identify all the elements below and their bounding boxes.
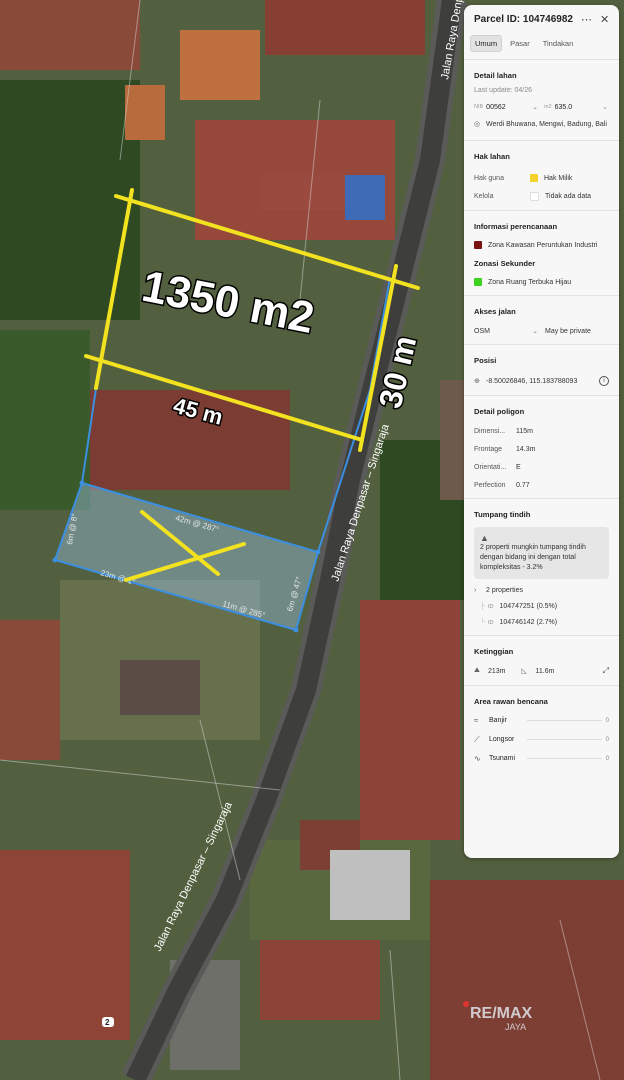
- zone-industri-swatch: [474, 241, 482, 249]
- zone-hijau-swatch: [474, 278, 482, 286]
- poligon-label: Frontage: [474, 446, 503, 453]
- area-select[interactable]: m2 635.0 ⌄: [544, 103, 608, 112]
- nib-value: 00562: [486, 103, 506, 111]
- hazard-name: Tsunami: [489, 755, 516, 762]
- chevron-down-icon: ⌄: [602, 104, 608, 111]
- detail-heading: Detail lahan: [474, 71, 517, 80]
- posisi-section: Posisi ⊕ -8.50026846, 115.183788093 i: [464, 356, 619, 386]
- overlap-note: ▲ 2 properti mungkin tumpang tindih deng…: [474, 527, 609, 579]
- hazard-row-banjir: ≈ Banjir 0: [474, 714, 609, 727]
- elevation-icon: ⛰: [474, 667, 480, 674]
- hazard-value: 0: [605, 736, 609, 743]
- detail-lahan-section: Detail lahan Last update: 04/26 NIB 0056…: [464, 71, 619, 130]
- watermark-sub: JAYA: [505, 1022, 526, 1032]
- poligon-section: Detail poligon Dimensi... 115m Frontage 14…: [464, 407, 619, 489]
- ketinggian-section: Ketinggian ⛰ 213m ◺ 11.6m ⤢: [464, 647, 619, 676]
- kelola-swatch: [530, 192, 539, 201]
- info-icon[interactable]: i: [599, 376, 609, 386]
- expand-icon[interactable]: ⤢: [603, 666, 609, 676]
- secondary-zone-heading: Zonasi Sekunder: [474, 259, 536, 268]
- route-shield: 2: [102, 1017, 114, 1027]
- poligon-heading: Detail poligon: [474, 407, 525, 416]
- hazard-value: 0: [605, 755, 609, 762]
- close-icon[interactable]: ✕: [600, 13, 609, 26]
- hazard-name: Longsor: [489, 736, 515, 743]
- id-prefix: ID: [488, 603, 494, 610]
- nib-prefix: NIB: [474, 104, 484, 110]
- akses-source: OSM: [474, 327, 490, 335]
- panel-header: Parcel ID: 104746982 ⋯ ✕: [464, 5, 619, 33]
- akses-heading: Akses jalan: [474, 307, 516, 316]
- overlap-item[interactable]: 104746142 (2.7%): [500, 619, 558, 626]
- warning-icon: ▲: [480, 533, 489, 543]
- panel-tabs: Umum Pasar Tindakan: [464, 33, 619, 53]
- tab-pasar[interactable]: Pasar: [505, 35, 535, 52]
- akses-section: Akses jalan OSM ⌄ May be private: [464, 307, 619, 335]
- parcel-panel: Parcel ID: 104746982 ⋯ ✕ Umum Pasar Tind…: [464, 5, 619, 858]
- hazard-name: Banjir: [489, 717, 507, 724]
- id-prefix: ID: [488, 619, 494, 626]
- kelola-value: Tidak ada data: [545, 193, 592, 200]
- route-number: 2: [105, 1018, 110, 1027]
- tsunami-icon: ∿: [474, 754, 481, 763]
- tumpang-heading: Tumpang tindih: [474, 510, 531, 519]
- planning-section: Informasi perencanaan Zona Kawasan Perun…: [464, 222, 619, 286]
- poligon-label: Dimensi...: [474, 428, 506, 435]
- kelola-label: Kelola: [474, 193, 494, 200]
- elevation-value: 213m: [488, 667, 506, 675]
- bencana-section: Area rawan bencana ≈ Banjir 0 ⟋ Longsor …: [464, 697, 619, 765]
- akses-value: May be private: [545, 327, 591, 335]
- poligon-label: Orientati...: [474, 464, 507, 471]
- overlap-text: 2 properti mungkin tumpang tindih dengan…: [480, 544, 586, 571]
- chevron-down-icon: ⌄: [532, 104, 538, 111]
- tab-tindakan[interactable]: Tindakan: [538, 35, 579, 52]
- hazard-row-tsunami: ∿ Tsunami 0: [474, 752, 609, 765]
- chevron-down-icon: ⌄: [532, 328, 538, 335]
- hak-guna-value: Hak Milik: [544, 174, 573, 182]
- ketinggian-heading: Ketinggian: [474, 647, 514, 656]
- hak-guna-label: Hak guna: [474, 174, 504, 182]
- hazard-row-longsor: ⟋ Longsor 0: [474, 733, 609, 746]
- crosshair-icon: ⊕: [474, 378, 480, 385]
- address: Werdi Bhuwana, Mengwi, Badung, Bali: [486, 121, 607, 128]
- hazard-value: 0: [605, 717, 609, 724]
- poligon-value: E: [516, 464, 521, 471]
- bencana-heading: Area rawan bencana: [474, 697, 548, 706]
- poligon-value: 0.77: [516, 482, 530, 489]
- tumpang-section: Tumpang tindih ▲ 2 properti mungkin tump…: [464, 510, 619, 626]
- hak-milik-swatch: [530, 174, 538, 182]
- nib-select[interactable]: NIB 00562 ⌄: [474, 103, 538, 112]
- secondary-zone-value: Zona Ruang Terbuka Hijau: [488, 278, 572, 286]
- more-icon[interactable]: ⋯: [581, 13, 592, 26]
- tab-umum[interactable]: Umum: [470, 34, 503, 52]
- akses-source-select[interactable]: OSM ⌄: [474, 327, 538, 336]
- landslide-icon: ⟋: [474, 734, 480, 744]
- chevron-right-icon[interactable]: ›: [474, 587, 486, 594]
- zone-value: Zona Kawasan Peruntukan Industri: [488, 241, 598, 249]
- slope-icon: ◺: [521, 668, 527, 675]
- posisi-heading: Posisi: [474, 356, 497, 365]
- hak-lahan-section: Hak lahan Hak guna Hak Milik Kelola Tida…: [464, 152, 619, 201]
- poligon-value: 14.3m: [516, 446, 536, 453]
- coords[interactable]: -8.50026846, 115.183788093: [486, 378, 577, 385]
- location-pin-icon: ◎: [474, 121, 481, 128]
- poligon-value: 115m: [516, 428, 533, 435]
- parcel-title: Parcel ID: 104746982: [474, 13, 573, 25]
- properties-toggle[interactable]: 2 properties: [486, 587, 523, 594]
- overlap-item[interactable]: 104747251 (0.5%): [500, 603, 558, 610]
- m2-prefix: m2: [544, 104, 552, 110]
- planning-heading: Informasi perencanaan: [474, 222, 558, 231]
- flood-icon: ≈: [474, 716, 479, 725]
- slope-value: 11.6m: [535, 667, 555, 675]
- hak-heading: Hak lahan: [474, 152, 510, 161]
- m2-value: 635.0: [554, 103, 573, 111]
- watermark-brand: RE/MAX: [470, 1005, 533, 1022]
- last-update: Last update: 04/26: [474, 87, 532, 94]
- poligon-label: Perfection: [474, 482, 506, 489]
